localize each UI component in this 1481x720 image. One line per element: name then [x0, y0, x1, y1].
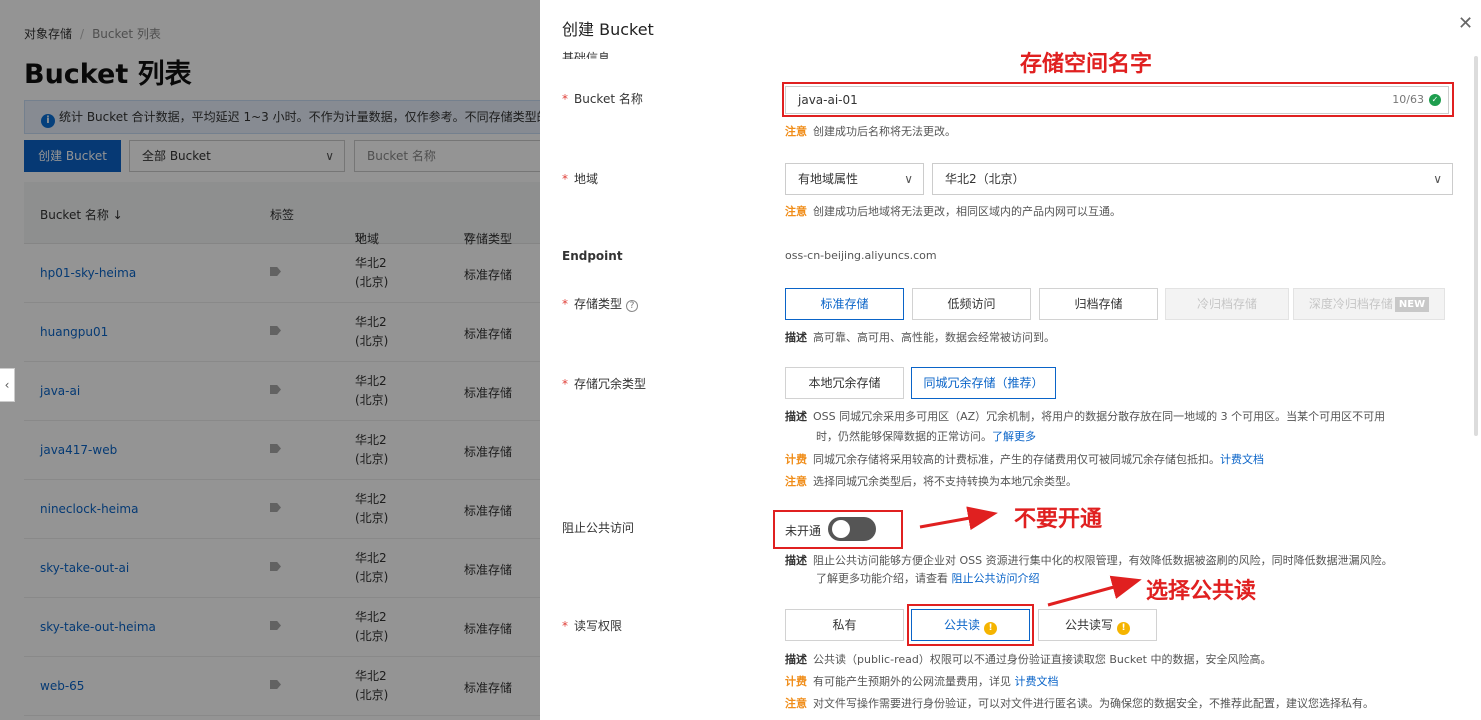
bucket-list-page: 对象存储 / Bucket 列表 Bucket 列表 i 统计 Bucket 合计数据… — [0, 0, 540, 720]
arrow-to-public-read — [1047, 575, 1142, 607]
create-bucket-drawer: 创建 Bucket ✕ 基础信息 * Bucket 名称 java-ai-01 1… — [540, 0, 1481, 720]
collapse-sidebar-button[interactable]: ‹ — [0, 368, 15, 402]
annotation-arrows — [919, 506, 1142, 607]
modal-overlay[interactable] — [0, 0, 540, 720]
arrow-to-toggle — [919, 506, 998, 531]
